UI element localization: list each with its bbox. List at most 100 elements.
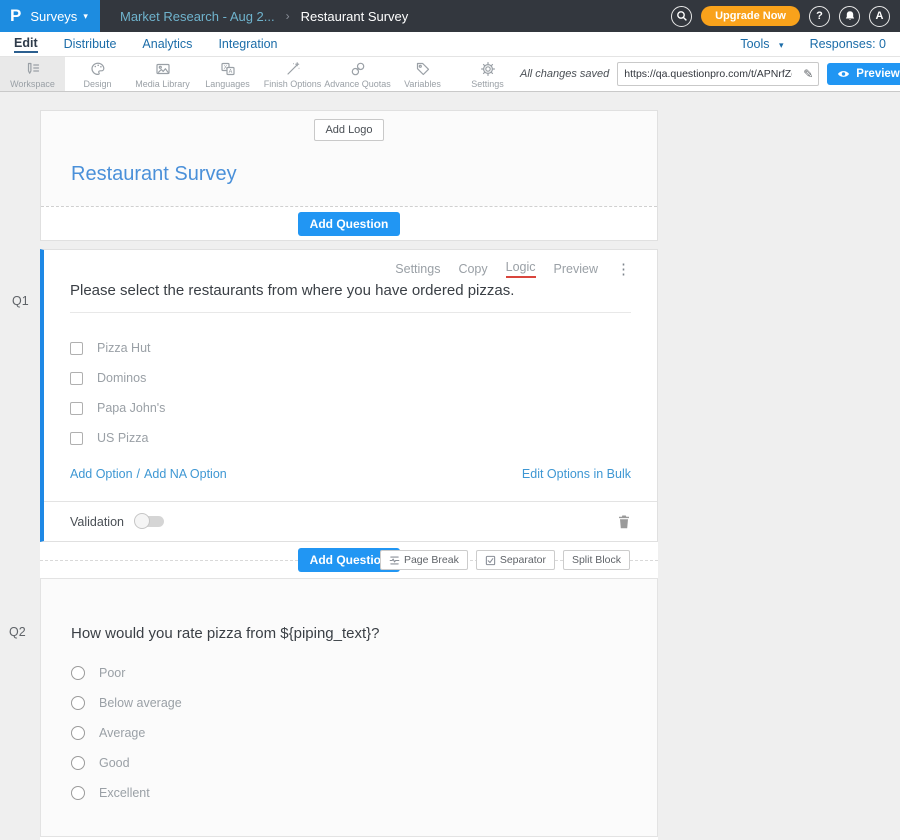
add-question-button[interactable]: Add Question — [298, 212, 401, 236]
option-label[interactable]: Good — [99, 756, 130, 770]
radio-average[interactable] — [71, 726, 85, 740]
q1-option-row: Papa John's — [70, 393, 631, 423]
option-label[interactable]: US Pizza — [97, 431, 148, 445]
editor-toolbar: Workspace Design Media Library X A Langu… — [0, 57, 900, 92]
tab-distribute[interactable]: Distribute — [64, 37, 117, 51]
product-menu[interactable]: P Surveys ▾ — [0, 0, 100, 32]
toolbar-item-variables[interactable]: Variables — [390, 57, 455, 91]
checkbox-us-pizza[interactable] — [70, 432, 83, 445]
toolbar-label: Workspace — [10, 79, 55, 89]
option-label[interactable]: Papa John's — [97, 401, 165, 415]
q1-preview-link[interactable]: Preview — [554, 262, 598, 276]
option-label[interactable]: Dominos — [97, 371, 146, 385]
edit-options-in-bulk-link[interactable]: Edit Options in Bulk — [522, 467, 631, 481]
toolbar-item-advance-quotas[interactable]: Advance Quotas — [325, 57, 390, 91]
questionpro-logo-icon: P — [10, 6, 21, 26]
q1-options: Pizza Hut Dominos Papa John's US Pizza — [70, 333, 631, 453]
chain-icon — [349, 60, 367, 78]
tab-edit[interactable]: Edit — [14, 36, 38, 53]
q1-option-row: US Pizza — [70, 423, 631, 453]
q1-body: Settings Copy Logic Preview ⋮ Please sel… — [44, 250, 657, 489]
radio-poor[interactable] — [71, 666, 85, 680]
toolbar-item-finish-options[interactable]: Finish Options — [260, 57, 325, 91]
separator-button[interactable]: Separator — [476, 550, 555, 570]
option-label[interactable]: Excellent — [99, 786, 150, 800]
split-block-button[interactable]: Split Block — [563, 550, 630, 570]
survey-title[interactable]: Restaurant Survey — [71, 163, 657, 186]
header-actions: Upgrade Now ? A — [671, 6, 900, 27]
q1-question-text[interactable]: Please select the restaurants from where… — [70, 282, 631, 313]
option-label[interactable]: Below average — [99, 696, 182, 710]
split-block-label: Split Block — [572, 554, 621, 566]
q1-links-row: Add Option / Add NA Option Edit Options in… — [70, 459, 631, 489]
checkbox-papa-johns[interactable] — [70, 402, 83, 415]
wand-icon — [284, 60, 302, 78]
toolbar-items: Workspace Design Media Library X A Langu… — [0, 57, 520, 91]
q1-settings-link[interactable]: Settings — [395, 262, 440, 276]
tag-icon — [414, 60, 432, 78]
responses-count[interactable]: Responses: 0 — [810, 37, 886, 51]
upgrade-now-button[interactable]: Upgrade Now — [701, 6, 800, 26]
q1-copy-link[interactable]: Copy — [458, 262, 487, 276]
q2-option-row: Excellent — [71, 778, 627, 808]
toolbar-item-media-library[interactable]: Media Library — [130, 57, 195, 91]
toolbar-label: Variables — [404, 79, 441, 89]
avatar[interactable]: A — [869, 6, 890, 27]
validation-control: Validation — [70, 515, 164, 529]
question-card-q2[interactable]: Q2 How would you rate pizza from ${pipin… — [40, 578, 658, 837]
checkbox-dominos[interactable] — [70, 372, 83, 385]
add-na-option-link[interactable]: Add NA Option — [144, 467, 227, 481]
radio-good[interactable] — [71, 756, 85, 770]
breadcrumb-separator-icon: › — [286, 9, 290, 23]
tab-integration[interactable]: Integration — [218, 37, 277, 51]
chevron-down-icon: ▾ — [83, 11, 88, 22]
eye-icon — [837, 69, 850, 79]
survey-url-input[interactable] — [618, 68, 798, 80]
radio-excellent[interactable] — [71, 786, 85, 800]
option-label[interactable]: Pizza Hut — [97, 341, 151, 355]
breadcrumb-folder[interactable]: Market Research - Aug 2... — [120, 9, 275, 24]
page-break-icon — [389, 555, 400, 566]
insert-strip-1: Add Question Page Break Separator Split … — [40, 542, 658, 578]
nav-right: Tools ▾ Responses: 0 — [740, 37, 886, 51]
tab-analytics[interactable]: Analytics — [142, 37, 192, 51]
notifications-button[interactable] — [839, 6, 860, 27]
q1-kebab-menu-icon[interactable]: ⋮ — [616, 262, 631, 277]
toolbar-item-design[interactable]: Design — [65, 57, 130, 91]
survey-column: Add Logo Restaurant Survey Add Question … — [40, 110, 658, 840]
toolbar-label: Design — [83, 79, 111, 89]
link-separator: / — [137, 467, 140, 481]
palette-icon — [89, 60, 107, 78]
toolbar-item-workspace[interactable]: Workspace — [0, 57, 65, 91]
add-option-link[interactable]: Add Option — [70, 467, 133, 481]
help-label: ? — [816, 10, 823, 22]
tools-menu[interactable]: Tools ▾ — [740, 37, 783, 51]
q1-option-row: Dominos — [70, 363, 631, 393]
radio-below-average[interactable] — [71, 696, 85, 710]
add-logo-button[interactable]: Add Logo — [314, 119, 383, 141]
breadcrumb-current: Restaurant Survey — [301, 9, 409, 24]
help-button[interactable]: ? — [809, 6, 830, 27]
toolbar-label: Finish Options — [264, 79, 322, 89]
q2-question-text[interactable]: How would you rate pizza from ${piping_t… — [71, 625, 627, 642]
q1-logic-link[interactable]: Logic — [506, 260, 536, 278]
option-label[interactable]: Poor — [99, 666, 125, 680]
toolbar-item-languages[interactable]: X A Languages — [195, 57, 260, 91]
search-button[interactable] — [671, 6, 692, 27]
toolbar-item-settings[interactable]: Settings — [455, 57, 520, 91]
workspace-icon — [24, 60, 42, 78]
q2-options: Poor Below average Average Good Excellen… — [71, 658, 627, 808]
image-icon — [154, 60, 172, 78]
checkbox-pizza-hut[interactable] — [70, 342, 83, 355]
edit-url-pencil-icon[interactable]: ✎ — [798, 67, 818, 81]
preview-button[interactable]: Preview — [827, 63, 900, 85]
option-label[interactable]: Average — [99, 726, 145, 740]
q1-menu: Settings Copy Logic Preview ⋮ — [70, 250, 631, 274]
q2-option-row: Good — [71, 748, 627, 778]
avatar-label: A — [876, 10, 884, 22]
validation-toggle[interactable] — [136, 516, 164, 527]
question-card-q1[interactable]: Q1 Settings Copy Logic Preview ⋮ Please … — [40, 249, 658, 542]
separator-label: Separator — [500, 554, 546, 566]
page-break-button[interactable]: Page Break — [380, 550, 468, 570]
delete-question-button[interactable] — [617, 514, 631, 529]
